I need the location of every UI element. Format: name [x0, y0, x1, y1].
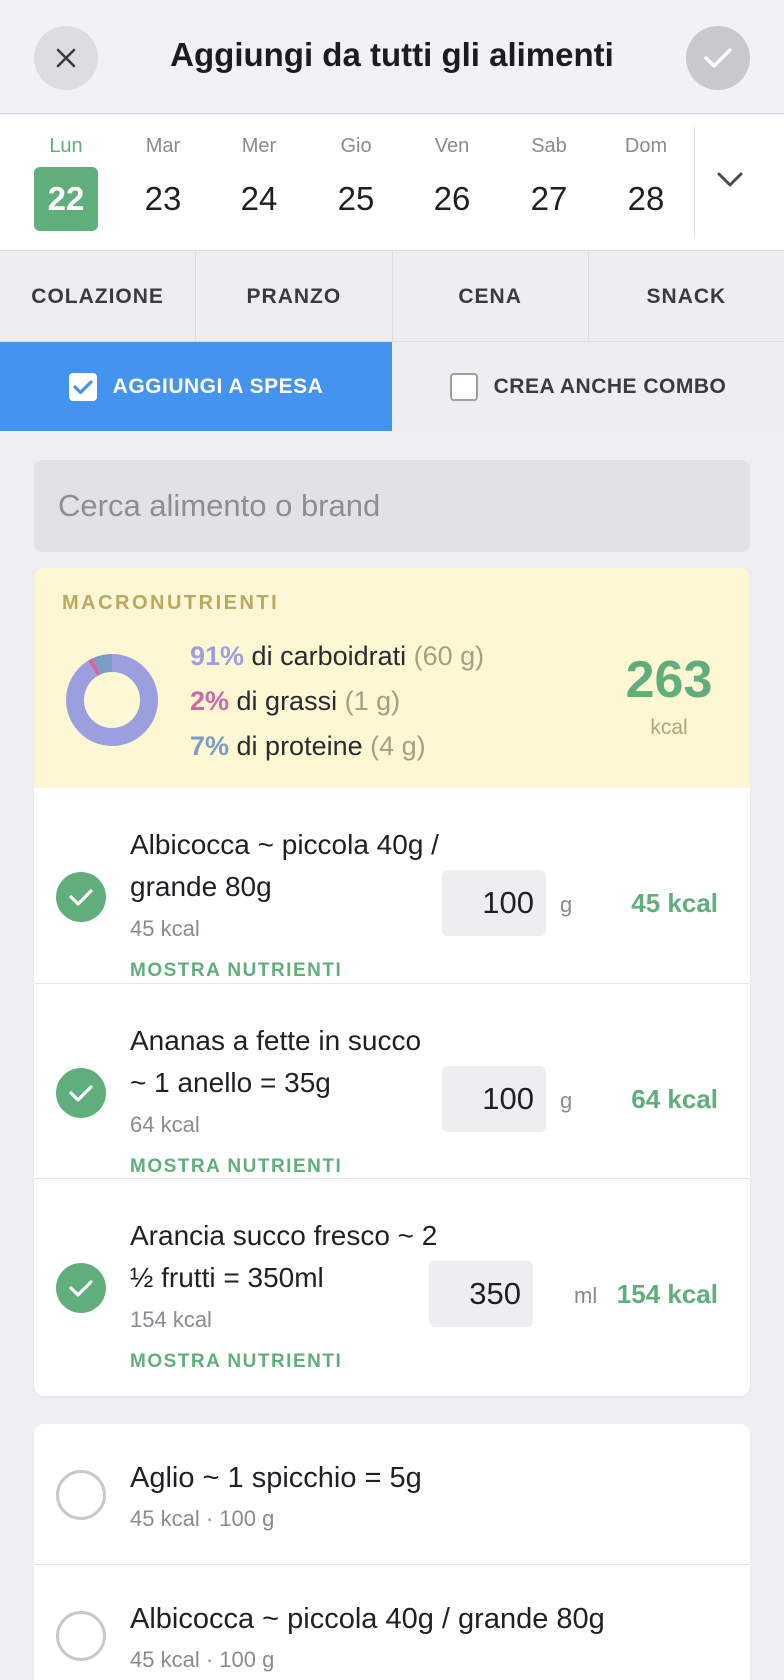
- checked-circle-icon[interactable]: [56, 1068, 106, 1118]
- chevron-down-icon[interactable]: [716, 171, 744, 189]
- fat-text: di grassi: [229, 686, 345, 716]
- add-to-shopping-label: AGGIUNGI A SPESA: [112, 374, 324, 398]
- macro-donut-chart: [66, 654, 158, 746]
- quantity-unit: g: [560, 1088, 573, 1113]
- carbs-text: di carboidrati: [244, 641, 414, 671]
- food-item: Arancia succo fresco ~ 2 ½ frutti = 350m…: [34, 1178, 750, 1373]
- quantity-field[interactable]: 100: [442, 1066, 546, 1132]
- food-name: Ananas a fette in succo ~ 1 anello = 35g: [130, 1025, 422, 1098]
- food-name: Arancia succo fresco ~ 2 ½ frutti = 350m…: [130, 1220, 438, 1293]
- day-number: 25: [337, 180, 375, 217]
- food-name: Aglio ~ 1 spicchio = 5g: [130, 1462, 422, 1494]
- checked-circle-icon[interactable]: [56, 1263, 106, 1313]
- total-kcal: 263 kcal: [614, 652, 724, 740]
- checkbox-empty-icon: [449, 372, 478, 401]
- create-combo-toggle[interactable]: CREA ANCHE COMBO: [392, 342, 784, 431]
- carbs-pct: 91%: [190, 641, 245, 671]
- macro-summary: MACRONUTRIENTI 91% di carboidrati (60 g)…: [34, 568, 750, 788]
- food-name: Albicocca ~ piccola 40g / grande 80g: [130, 1603, 605, 1635]
- close-icon: [56, 48, 76, 68]
- day-friday[interactable]: Ven 26: [417, 135, 487, 231]
- day-monday[interactable]: Lun 22: [31, 135, 101, 231]
- confirm-button[interactable]: [686, 26, 750, 90]
- show-nutrients-link[interactable]: MOSTRA NUTRIENTI: [130, 1351, 342, 1373]
- food-details: 45 kcal · 100 g: [130, 1506, 275, 1531]
- food-details: 45 kcal · 100 g: [130, 1647, 275, 1672]
- search-input[interactable]: [34, 460, 750, 552]
- show-nutrients-link[interactable]: MOSTRA NUTRIENTI: [130, 1156, 342, 1178]
- selected-foods-card: MACRONUTRIENTI 91% di carboidrati (60 g)…: [34, 568, 750, 1396]
- food-item: Albicocca ~ piccola 40g / grande 80g 45 …: [34, 788, 750, 983]
- day-number: 23: [144, 180, 182, 217]
- show-nutrients-link[interactable]: MOSTRA NUTRIENTI: [130, 960, 342, 982]
- protein-text: di proteine: [229, 731, 371, 761]
- day-thursday[interactable]: Gio 25: [321, 135, 391, 231]
- checkbox-checked-icon: [68, 372, 97, 401]
- total-kcal-value: 263: [625, 651, 713, 709]
- carbs-line: 91% di carboidrati (60 g): [190, 634, 484, 679]
- day-name: Gio: [340, 135, 372, 157]
- fat-pct: 2%: [190, 686, 230, 716]
- day-name: Mer: [241, 135, 277, 157]
- tab-colazione[interactable]: COLAZIONE: [0, 252, 197, 341]
- tab-pranzo[interactable]: PRANZO: [196, 252, 393, 341]
- fat-line: 2% di grassi (1 g): [190, 679, 484, 724]
- quantity-field[interactable]: 100: [442, 870, 546, 936]
- protein-pct: 7%: [190, 731, 230, 761]
- day-number: 28: [627, 180, 665, 217]
- day-saturday[interactable]: Sab 27: [514, 135, 584, 231]
- quantity-unit: g: [560, 892, 573, 917]
- day-wednesday[interactable]: Mer 24: [224, 135, 294, 231]
- close-button[interactable]: [34, 26, 98, 90]
- top-bar: Aggiungi da tutti gli alimenti: [0, 0, 784, 114]
- food-item: Ananas a fette in succo ~ 1 anello = 35g…: [34, 983, 750, 1178]
- options-bar: AGGIUNGI A SPESA CREA ANCHE COMBO: [0, 342, 784, 431]
- all-foods-list: Aglio ~ 1 spicchio = 5g 45 kcal · 100 g …: [34, 1424, 750, 1680]
- day-number: 26: [433, 180, 471, 217]
- macro-heading: MACRONUTRIENTI: [62, 592, 280, 614]
- day-name: Sab: [531, 135, 567, 157]
- day-name: Mar: [145, 135, 181, 157]
- day-number: 24: [240, 180, 278, 217]
- day-number: 27: [530, 180, 568, 217]
- donut-slice-carbs: [66, 654, 158, 746]
- week-day-selector: Lun 22 Mar 23 Mer 24 Gio 25 Ven 26 Sab 2…: [0, 115, 784, 251]
- protein-line: 7% di proteine (4 g): [190, 724, 484, 769]
- item-kcal: 45 kcal: [631, 888, 718, 918]
- fat-grams: (1 g): [344, 686, 401, 716]
- item-kcal: 64 kcal: [631, 1084, 718, 1114]
- day-sunday[interactable]: Dom 28: [611, 135, 681, 231]
- list-item[interactable]: Albicocca ~ piccola 40g / grande 80g 45 …: [34, 1564, 750, 1680]
- carbs-grams: (60 g): [413, 641, 485, 671]
- list-item[interactable]: Aglio ~ 1 spicchio = 5g 45 kcal · 100 g: [34, 1424, 750, 1564]
- food-kcal: 154 kcal: [130, 1307, 212, 1332]
- unchecked-circle-icon[interactable]: [56, 1470, 106, 1520]
- tab-cena[interactable]: CENA: [393, 252, 589, 341]
- add-to-shopping-toggle[interactable]: AGGIUNGI A SPESA: [0, 342, 392, 431]
- unchecked-circle-icon[interactable]: [56, 1611, 106, 1661]
- food-kcal: 45 kcal: [130, 916, 200, 941]
- quantity-field[interactable]: 350: [429, 1261, 533, 1327]
- day-number: 22: [34, 167, 98, 231]
- quantity-unit: ml: [574, 1283, 598, 1308]
- tab-snack[interactable]: SNACK: [589, 252, 784, 341]
- day-name: Dom: [624, 135, 668, 157]
- day-name: Ven: [434, 135, 470, 157]
- protein-grams: (4 g): [370, 731, 426, 761]
- food-kcal: 64 kcal: [130, 1112, 200, 1137]
- page-title: Aggiungi da tutti gli alimenti: [170, 36, 614, 73]
- total-kcal-unit: kcal: [650, 716, 688, 739]
- checked-circle-icon[interactable]: [56, 872, 106, 922]
- day-name: Lun: [49, 135, 83, 157]
- divider: [694, 127, 695, 237]
- meal-tabs: COLAZIONE PRANZO CENA SNACK: [0, 252, 784, 342]
- create-combo-label: CREA ANCHE COMBO: [493, 374, 727, 398]
- day-tuesday[interactable]: Mar 23: [128, 135, 198, 231]
- food-name: Albicocca ~ piccola 40g / grande 80g: [130, 829, 439, 902]
- checkmark-icon: [704, 48, 732, 68]
- item-kcal: 154 kcal: [616, 1279, 718, 1309]
